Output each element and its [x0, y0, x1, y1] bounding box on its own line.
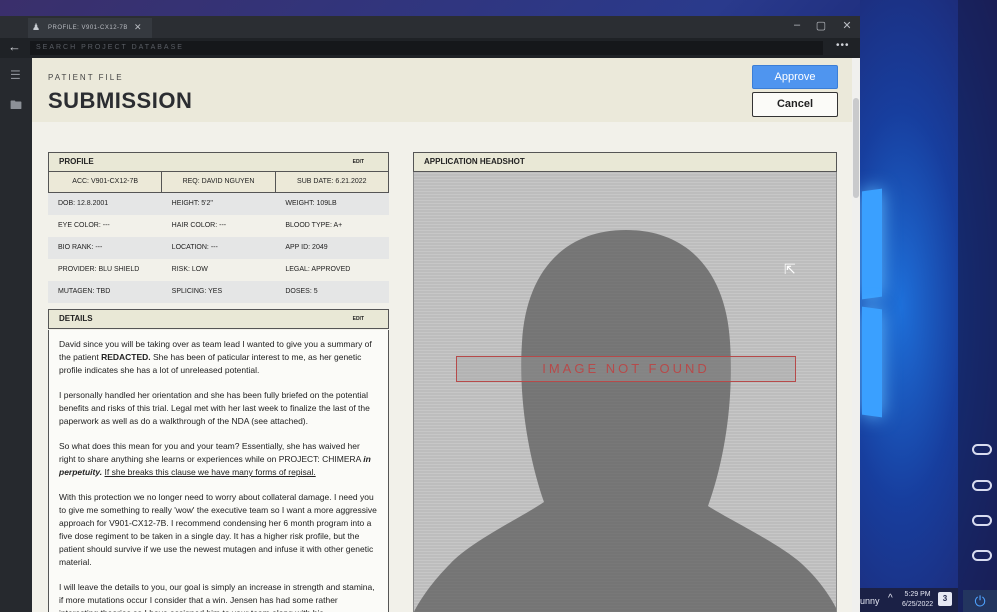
- profile-edit-button[interactable]: EDIT: [353, 153, 364, 171]
- page-title: SUBMISSION: [48, 88, 193, 113]
- table-row: BIO RANK: --- LOCATION: --- APP ID: 2049: [48, 237, 389, 259]
- document-header: PATIENT FILE SUBMISSION Approve Cancel: [32, 58, 852, 122]
- table-cell: HEIGHT: 5'2": [171, 200, 213, 207]
- close-icon[interactable]: ✕: [134, 22, 142, 33]
- user-icon: ♟: [32, 22, 41, 32]
- scrollbar-thumb[interactable]: [853, 98, 859, 198]
- cancel-button[interactable]: Cancel: [752, 92, 838, 117]
- table-cell: BLOOD TYPE: A+: [285, 222, 343, 229]
- notification-icon[interactable]: 3: [938, 592, 952, 606]
- maximize-button[interactable]: ▢: [812, 19, 830, 32]
- toggle-pill-icon[interactable]: [972, 550, 992, 561]
- tab-profile[interactable]: ♟ PROFILE: V901-CX12-7B ✕: [28, 18, 152, 38]
- taskbar: unny ^ 5:29 PM 6/25/2022 3: [858, 588, 958, 612]
- details-paragraph: David since you will be taking over as t…: [59, 338, 378, 377]
- acc-cell: ACC: V901-CX12-7B: [49, 172, 163, 192]
- profile-rows: DOB: 12.8.2001 HEIGHT: 5'2" WEIGHT: 109L…: [48, 193, 389, 303]
- headshot-image: IMAGE NOT FOUND ⇱: [413, 172, 837, 612]
- details-paragraph: So what does this mean for you and your …: [59, 440, 378, 479]
- table-cell: SPLICING: YES: [171, 288, 223, 295]
- taskbar-user[interactable]: unny: [860, 596, 880, 606]
- table-cell: PROVIDER: BLU SHIELD: [58, 266, 140, 273]
- profile-heading: PROFILE: [59, 157, 94, 166]
- table-cell: DOSES: 5: [285, 288, 318, 295]
- close-window-button[interactable]: ✕: [838, 19, 856, 32]
- approve-button[interactable]: Approve: [752, 65, 838, 89]
- table-cell: EYE COLOR: ---: [58, 222, 110, 229]
- title-bar: ♟ PROFILE: V901-CX12-7B ✕ – ▢ ✕: [0, 16, 860, 38]
- folder-icon[interactable]: 🖿: [10, 96, 22, 117]
- text-span: So what does this mean for you and your …: [59, 441, 364, 464]
- details-edit-button[interactable]: EDIT: [353, 310, 364, 328]
- table-cell: APP ID: 2049: [285, 244, 328, 251]
- tab-label: PROFILE: V901-CX12-7B: [48, 25, 128, 31]
- table-row: DOB: 12.8.2001 HEIGHT: 5'2" WEIGHT: 109L…: [48, 193, 389, 215]
- clock-date: 6/25/2022: [902, 601, 934, 608]
- table-cell: BIO RANK: ---: [58, 244, 103, 251]
- table-row: PROVIDER: BLU SHIELD RISK: LOW LEGAL: AP…: [48, 259, 389, 281]
- clock-time: 5:29 PM: [904, 591, 931, 598]
- details-paragraph: I will leave the details to you, our goa…: [59, 582, 375, 612]
- toggle-pill-icon[interactable]: [972, 515, 992, 526]
- image-not-found-label: IMAGE NOT FOUND: [456, 356, 796, 382]
- menu-icon[interactable]: ☰: [10, 68, 21, 82]
- silhouette-placeholder: [414, 230, 836, 612]
- table-cell: WEIGHT: 109LB: [285, 200, 337, 207]
- profile-table: ACC: V901-CX12-7B REQ: DAVID NGUYEN SUB …: [48, 172, 389, 303]
- address-bar: ← SEARCH PROJECT DATABASE •••: [0, 38, 860, 58]
- power-icon[interactable]: ⏻: [963, 590, 997, 612]
- windows-logo: [862, 188, 882, 420]
- mouse-cursor-icon: ⇱: [784, 261, 796, 277]
- table-cell: RISK: LOW: [171, 266, 208, 273]
- profile-header: PROFILE EDIT: [48, 152, 389, 172]
- table-row: MUTAGEN: TBD SPLICING: YES DOSES: 5: [48, 281, 389, 303]
- patient-document: PATIENT FILE SUBMISSION Approve Cancel P…: [32, 58, 852, 612]
- search-input[interactable]: SEARCH PROJECT DATABASE: [30, 41, 823, 55]
- details-heading: DETAILS: [59, 314, 93, 323]
- toggle-pill-icon[interactable]: [972, 444, 992, 455]
- table-cell: DOB: 12.8.2001: [58, 200, 109, 207]
- chevron-up-icon[interactable]: ^: [888, 593, 893, 604]
- scrollbar[interactable]: [852, 58, 860, 612]
- redacted-text: REDACTED.: [101, 352, 151, 362]
- sidebar: ☰ 🖿: [0, 58, 32, 612]
- headshot-header: APPLICATION HEADSHOT: [413, 152, 837, 172]
- taskbar-clock[interactable]: 5:29 PM 6/25/2022: [902, 590, 933, 610]
- details-paragraph: I personally handled her orientation and…: [59, 390, 370, 426]
- details-paragraph: With this protection we no longer need t…: [59, 492, 377, 567]
- back-arrow-icon[interactable]: ←: [8, 39, 21, 54]
- toggle-pill-icon[interactable]: [972, 480, 992, 491]
- profile-summary-row: ACC: V901-CX12-7B REQ: DAVID NGUYEN SUB …: [48, 172, 389, 193]
- eyebrow-label: PATIENT FILE: [48, 73, 124, 82]
- underlined-text: If she breaks this clause we have many f…: [104, 467, 316, 477]
- details-text: David since you will be taking over as t…: [48, 330, 389, 612]
- more-options-icon[interactable]: •••: [836, 40, 850, 51]
- headshot-heading: APPLICATION HEADSHOT: [424, 157, 525, 166]
- table-row: EYE COLOR: --- HAIR COLOR: --- BLOOD TYP…: [48, 215, 389, 237]
- app-window: ♟ PROFILE: V901-CX12-7B ✕ – ▢ ✕ ← SEARCH…: [0, 16, 860, 612]
- table-cell: MUTAGEN: TBD: [58, 288, 111, 295]
- table-cell: LEGAL: APPROVED: [285, 266, 351, 273]
- table-cell: HAIR COLOR: ---: [171, 222, 227, 229]
- minimize-button[interactable]: –: [788, 19, 806, 31]
- req-cell: REQ: DAVID NGUYEN: [162, 172, 276, 192]
- table-cell: LOCATION: ---: [171, 244, 218, 251]
- sub-date-cell: SUB DATE: 6.21.2022: [297, 178, 367, 185]
- details-header: DETAILS EDIT: [48, 309, 389, 329]
